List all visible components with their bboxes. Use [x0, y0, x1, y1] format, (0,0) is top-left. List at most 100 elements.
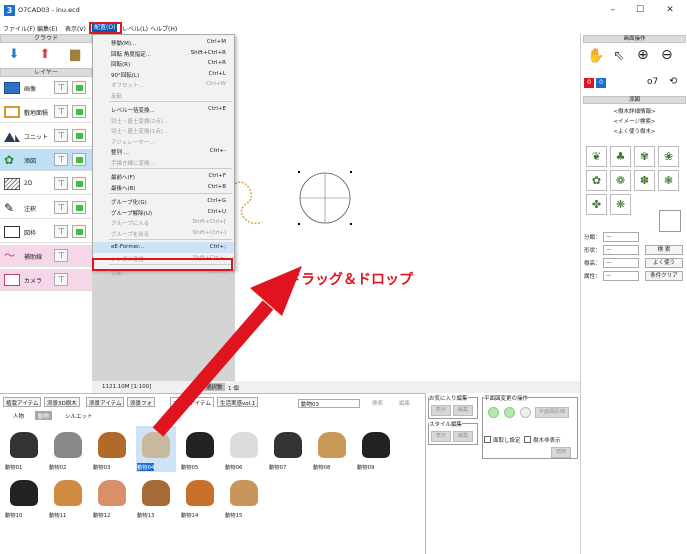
layer-pin-button[interactable]: ⊤ — [54, 81, 68, 94]
layer-visible-button[interactable] — [72, 201, 86, 214]
attribute-select[interactable]: － — [603, 271, 639, 281]
favorite-trees-link[interactable]: <よく使う樹木> — [583, 127, 686, 135]
tree-info-link[interactable]: <樹木詳細情報> — [583, 107, 686, 115]
dropdown-item[interactable]: eE-Former... Ctrl+; — [93, 242, 234, 253]
layer-row-plants[interactable]: ✿ 添図 ⊤ — [0, 149, 92, 171]
layer-row-guide[interactable]: 〜 補助線 ⊤ — [0, 245, 92, 267]
shape-select[interactable]: － — [603, 245, 639, 255]
hide-trees-checkbox[interactable] — [524, 436, 531, 443]
animal-item[interactable]: 動物13 — [136, 474, 176, 520]
dropdown-item[interactable]: 最後へ(B) Ctrl+B — [93, 182, 234, 193]
chamfer-checkbox[interactable] — [484, 436, 491, 443]
drawing-canvas[interactable]: ドラッグ＆ドロップ — [235, 34, 580, 381]
layer-row-site[interactable]: 敷地面積 ⊤ — [0, 101, 92, 123]
favorites-edit-button[interactable]: 編集 — [453, 405, 473, 416]
dropdown-item[interactable]: レベル一括変換... Ctrl+E — [93, 104, 234, 115]
selection-handle[interactable] — [298, 171, 300, 173]
favorites-show-button[interactable]: 表示 — [431, 405, 451, 416]
category-select[interactable]: － — [603, 232, 639, 242]
layer-visible-button[interactable] — [72, 177, 86, 190]
cloud-download-icon[interactable]: ⬇ — [5, 47, 23, 63]
animal-item[interactable]: 動物01 — [4, 426, 44, 472]
layer-row-camera[interactable]: カメラ ⊤ — [0, 269, 92, 291]
apply-button[interactable]: 適用 — [551, 447, 571, 458]
redo-op-icon[interactable] — [504, 407, 515, 418]
dropdown-item[interactable]: 整列 ... Ctrl+- — [93, 146, 234, 157]
animal-item[interactable]: 動物09 — [356, 426, 396, 472]
tab-lifestyle[interactable]: 生活実感vol.1 — [217, 397, 259, 407]
animal-item[interactable]: 動物11 — [48, 474, 88, 520]
layer-row-image[interactable]: 画像 ⊤ — [0, 77, 92, 99]
layer-visible-button[interactable] — [72, 105, 86, 118]
layer-row-annotation[interactable]: ✎ 注釈 ⊤ — [0, 197, 92, 219]
style-show-button[interactable]: 表示 — [431, 431, 451, 442]
dropdown-item[interactable]: 90°回転(L) Ctrl+L — [93, 69, 234, 80]
animal-item[interactable]: 動物15 — [224, 474, 264, 520]
selection-handle[interactable] — [298, 223, 300, 225]
subtab-silhouette[interactable]: シルエット — [62, 411, 96, 420]
history-icon[interactable]: ⟲ — [669, 76, 677, 87]
library-search-input[interactable]: 動物03 — [298, 399, 360, 408]
dropdown-item[interactable]: グループ化(G) Ctrl+G — [93, 196, 234, 207]
layer-row-2d[interactable]: 2D ⊤ — [0, 173, 92, 195]
tab-planting[interactable]: 植栽アイテム — [3, 397, 42, 407]
library-search-button[interactable]: 検索 — [372, 399, 383, 407]
search-button[interactable]: 検 索 — [645, 245, 683, 255]
animal-item[interactable]: 動物14 — [180, 474, 220, 520]
tab-photo-items[interactable]: フォトアイテム — [170, 397, 214, 407]
layer-row-frame[interactable]: 図枠 ⊤ — [0, 221, 92, 243]
selection-handle[interactable] — [350, 171, 352, 173]
plant-thumb[interactable]: ❋ — [610, 194, 631, 215]
layer-visible-button[interactable] — [72, 81, 86, 94]
cloud-upload-icon[interactable]: ⬆ — [36, 47, 54, 63]
info-op-icon[interactable] — [520, 407, 531, 418]
plant-thumb[interactable]: ✿ — [586, 170, 607, 191]
plant-thumb[interactable]: ♣ — [610, 146, 631, 167]
style-edit-button[interactable]: 編集 — [453, 431, 473, 442]
close-button[interactable]: ✕ — [660, 5, 680, 15]
layer-pin-button[interactable]: ⊤ — [54, 273, 68, 286]
menu-view[interactable]: 表示(V) — [65, 24, 86, 33]
layer-pin-button[interactable]: ⊤ — [54, 201, 68, 214]
distance-icon[interactable]: o7 — [647, 77, 658, 87]
menu-level[interactable]: レベル(L) — [122, 24, 148, 33]
plant-thumb[interactable]: ✽ — [634, 170, 655, 191]
animal-item[interactable]: 動物07 — [268, 426, 308, 472]
animal-item[interactable]: 動物03 — [92, 426, 132, 472]
dropdown-item[interactable]: 回転(R) Ctrl+R — [93, 58, 234, 69]
plant-thumb[interactable]: ❦ — [586, 146, 607, 167]
layer-pin-button[interactable]: ⊤ — [54, 225, 68, 238]
layer-visible-button[interactable] — [72, 225, 86, 238]
animal-item[interactable]: 動物08 — [312, 426, 352, 472]
animal-item[interactable]: 動物10 — [4, 474, 44, 520]
zoom-out-icon[interactable]: ⊖ — [661, 47, 673, 63]
undo-op-icon[interactable] — [488, 407, 499, 418]
zoom-in-icon[interactable]: ⊕ — [637, 47, 649, 63]
animal-item[interactable]: 動物06 — [224, 426, 264, 472]
layer-row-unit[interactable]: ユニット ⊤ — [0, 125, 92, 147]
animal-item[interactable]: 動物02 — [48, 426, 88, 472]
menu-file[interactable]: ファイル(F) — [3, 24, 35, 33]
minimize-button[interactable]: – — [603, 5, 623, 15]
selection-handle[interactable] — [350, 223, 352, 225]
layer-visible-button[interactable] — [72, 153, 86, 166]
clear-filter-button[interactable]: 条件クリア — [645, 271, 683, 281]
plant-thumb[interactable]: ✾ — [634, 146, 655, 167]
pointer-icon[interactable]: ⇖ — [613, 48, 625, 64]
plan-reflect-button[interactable]: 平面図反映 — [535, 407, 569, 418]
menu-help[interactable]: ヘルプ(H) — [150, 24, 177, 33]
subtab-animals[interactable]: 動物 — [35, 411, 53, 420]
dropdown-item[interactable]: 最前へ(F) Ctrl+F — [93, 171, 234, 182]
animal-item[interactable]: 動物04 — [136, 426, 176, 472]
cloud-folder-icon[interactable]: ▆ — [66, 47, 84, 63]
dropdown-item[interactable]: グループ解除(U) Ctrl+U — [93, 207, 234, 218]
animal-item[interactable]: 動物12 — [92, 474, 132, 520]
tab-decor-photo[interactable]: 添景フォ — [127, 397, 156, 407]
layer-pin-button[interactable]: ⊤ — [54, 249, 68, 262]
height-select[interactable]: － — [603, 258, 639, 268]
tab-3d-trees[interactable]: 添景3D樹木 — [44, 397, 80, 407]
menu-edit[interactable]: 編集(E) — [37, 24, 57, 33]
layer-pin-button[interactable]: ⊤ — [54, 153, 68, 166]
hand-pan-icon[interactable]: ✋ — [587, 48, 604, 64]
layer-pin-button[interactable]: ⊤ — [54, 129, 68, 142]
